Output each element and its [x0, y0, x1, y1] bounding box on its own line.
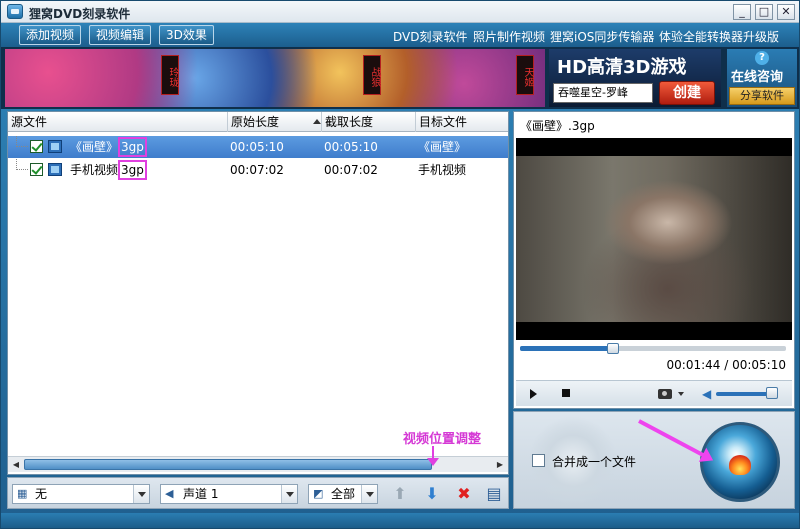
scroll-left-icon[interactable]: ◀ — [10, 459, 22, 470]
table-row[interactable]: 《画壁》 3gp 00:05:10 00:05:10 《画壁》 — [8, 136, 508, 158]
row-filename-text: 《画壁》 — [70, 140, 119, 154]
move-down-icon[interactable]: ⬇ — [422, 484, 442, 504]
row-target: 《画壁》 — [418, 140, 467, 154]
subtitle-icon: ▦ — [17, 487, 28, 500]
status-bar — [1, 513, 799, 528]
burn-panel: 合并成一个文件 — [513, 411, 795, 509]
title-bar: 狸窝DVD刻录软件 _ □ ✕ — [1, 1, 799, 23]
row-checkbox[interactable] — [30, 163, 43, 176]
dvd-burn-link[interactable]: DVD刻录软件 — [393, 28, 467, 45]
banner-artwork — [5, 49, 545, 107]
ad-banner[interactable]: 玲珑 战狼 天姬 HD高清3D游戏 吞噬星空-罗峰 创建 ? 在线咨询 分享软件 — [1, 47, 799, 109]
chevron-down-icon — [133, 485, 149, 503]
scroll-thumb[interactable] — [24, 459, 432, 470]
close-button[interactable]: ✕ — [777, 4, 795, 20]
col-cut-length[interactable]: 截取长度 — [322, 112, 416, 132]
banner-tag: 天姬 — [516, 55, 534, 95]
converter-upgrade-link[interactable]: 体验全能转换器升级版 — [659, 28, 779, 45]
scope-select[interactable]: ◩ 全部 — [308, 484, 378, 504]
film-icon — [48, 163, 62, 176]
volume-icon[interactable]: ◀ — [702, 388, 712, 400]
film-icon — [48, 140, 62, 153]
audio-track-value: 声道 1 — [183, 487, 219, 501]
video-preview[interactable] — [516, 138, 792, 340]
chevron-down-icon[interactable] — [678, 392, 684, 396]
list-controls: ▦ 无 ◀ 声道 1 ◩ 全部 ⬆ ⬇ ✖ ▤ — [7, 477, 509, 509]
play-icon[interactable] — [530, 389, 537, 399]
video-frame — [516, 156, 792, 322]
hd-game-ad[interactable]: HD高清3D游戏 吞噬星空-罗峰 创建 — [549, 49, 721, 107]
online-consult-label: 在线咨询 — [731, 70, 784, 85]
ios-sync-link[interactable]: 狸窝iOS同步传输器 — [550, 28, 654, 45]
3d-effect-button[interactable]: 3D效果 — [159, 25, 214, 45]
file-list-panel: 源文件 原始长度 截取长度 目标文件 《画壁》 3gp 00:05:10 00:0… — [7, 111, 509, 475]
chevron-down-icon — [361, 485, 377, 503]
col-source[interactable]: 源文件 — [8, 112, 228, 132]
preview-panel: 《画壁》.3gp 00:01:44 / 00:05:10 ◀ — [513, 111, 795, 409]
annotation-arrow — [427, 446, 439, 466]
annotation-label: 视频位置调整 — [403, 432, 482, 447]
player-controls: ◀ — [516, 380, 792, 406]
col-original-length-label: 原始长度 — [231, 115, 280, 129]
playback-time: 00:01:44 / 00:05:10 — [666, 358, 786, 372]
row-cut-length: 00:07:02 — [324, 163, 378, 177]
row-cut-length: 00:05:10 — [324, 140, 378, 154]
help-icon: ? — [755, 51, 769, 65]
speaker-icon: ◀ — [165, 487, 174, 500]
banner-tag: 玲珑 — [161, 55, 179, 95]
row-extension: 3gp — [118, 137, 147, 157]
create-button[interactable]: 创建 — [659, 81, 715, 105]
progress-knob[interactable] — [607, 343, 620, 354]
window-title: 狸窝DVD刻录软件 — [29, 7, 131, 21]
maximize-button[interactable]: □ — [755, 4, 773, 20]
subtitle-value: 无 — [35, 487, 48, 501]
app-window: 狸窝DVD刻录软件 _ □ ✕ 添加视频 视频编辑 3D效果 DVD刻录软件 照… — [0, 0, 800, 529]
volume-knob[interactable] — [766, 387, 779, 399]
row-target: 手机视频 — [418, 163, 467, 177]
chevron-down-icon — [281, 485, 297, 503]
aspect-icon: ◩ — [313, 487, 324, 500]
move-up-icon[interactable]: ⬆ — [390, 484, 410, 504]
photo-video-link[interactable]: 照片制作视频 — [473, 28, 545, 45]
toolbar: 添加视频 视频编辑 3D效果 DVD刻录软件 照片制作视频 狸窝iOS同步传输器… — [1, 23, 799, 47]
row-original-length: 00:05:10 — [230, 140, 284, 154]
row-filename: 《画壁》 3gp — [70, 136, 147, 158]
camera-icon[interactable] — [658, 389, 672, 399]
banner-tag: 战狼 — [363, 55, 381, 95]
clear-list-icon[interactable]: ▤ — [484, 484, 504, 504]
minimize-button[interactable]: _ — [733, 4, 751, 20]
stop-icon[interactable] — [562, 389, 570, 397]
share-software-button[interactable]: 分享软件 — [729, 87, 795, 105]
row-original-length: 00:07:02 — [230, 163, 284, 177]
tree-line — [16, 159, 28, 170]
row-extension: 3gp — [118, 160, 147, 180]
row-filename-text: 手机视频 — [70, 163, 119, 177]
col-target[interactable]: 目标文件 — [416, 112, 508, 132]
app-icon — [7, 4, 23, 19]
hd-game-title: HD高清3D游戏 — [557, 57, 687, 78]
preview-title: 《画壁》.3gp — [520, 119, 595, 133]
online-consult[interactable]: ? 在线咨询 分享软件 — [727, 49, 797, 107]
merge-checkbox[interactable] — [532, 454, 545, 467]
table-row[interactable]: 手机视频 3gp 00:07:02 00:07:02 手机视频 — [8, 159, 508, 181]
sort-arrow-icon — [313, 119, 321, 124]
tree-line — [16, 136, 28, 147]
add-video-button[interactable]: 添加视频 — [19, 25, 82, 45]
audio-track-select[interactable]: ◀ 声道 1 — [160, 484, 298, 504]
merge-label: 合并成一个文件 — [552, 455, 637, 469]
subtitle-select[interactable]: ▦ 无 — [12, 484, 150, 504]
col-original-length[interactable]: 原始长度 — [228, 112, 322, 132]
volume-slider[interactable] — [716, 392, 773, 396]
progress-fill — [520, 346, 614, 351]
row-checkbox[interactable] — [30, 140, 43, 153]
hd-game-subtitle: 吞噬星空-罗峰 — [553, 83, 653, 103]
scope-value: 全部 — [331, 487, 356, 501]
delete-icon[interactable]: ✖ — [454, 484, 474, 504]
row-filename: 手机视频 3gp — [70, 159, 147, 181]
list-header: 源文件 原始长度 截取长度 目标文件 — [8, 112, 508, 132]
scroll-right-icon[interactable]: ▶ — [494, 459, 506, 470]
video-edit-button[interactable]: 视频编辑 — [89, 25, 152, 45]
playback-progress[interactable] — [520, 343, 786, 354]
